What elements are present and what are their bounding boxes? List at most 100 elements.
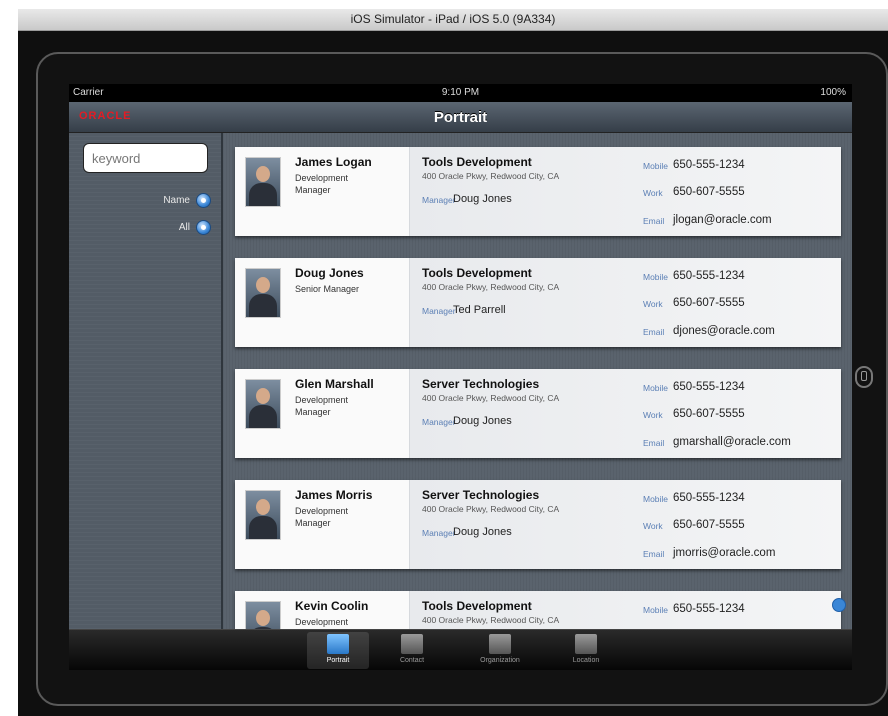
employee-name: Glen Marshall — [295, 377, 374, 391]
filter-name-option[interactable]: Name — [163, 191, 211, 209]
tab-location[interactable]: Location — [555, 632, 617, 669]
email-label: Email — [643, 327, 665, 337]
job-title: Manager — [295, 407, 331, 417]
department: Server Technologies — [422, 488, 540, 502]
tab-portrait[interactable]: Portrait — [307, 632, 369, 669]
contact-icon — [401, 634, 423, 654]
department: Server Technologies — [422, 377, 540, 391]
work-label: Work — [643, 521, 663, 531]
employee-card[interactable]: Kevin Coolin Development Tools Development… — [235, 591, 841, 629]
email-address[interactable]: gmarshall@oracle.com — [673, 436, 791, 448]
employee-photo — [245, 601, 281, 629]
mobile-label: Mobile — [643, 161, 669, 171]
filter-name-label: Name — [163, 194, 190, 206]
employee-details: Tools Development 400 Oracle Pkwy, Redwoo… — [409, 147, 841, 236]
work-label: Work — [643, 188, 663, 198]
work-number[interactable]: 650-607-5555 — [673, 186, 745, 198]
employee-identity: Kevin Coolin Development — [235, 591, 409, 629]
employee-card[interactable]: Glen Marshall Development Manager Server Te… — [235, 369, 841, 458]
simulator-title: iOS Simulator - iPad / iOS 5.0 (9A334) — [350, 12, 556, 26]
work-number[interactable]: 650-607-5555 — [673, 519, 745, 531]
employee-name: James Morris — [295, 488, 373, 502]
people-icon — [327, 634, 349, 654]
work-number[interactable]: 650-607-5555 — [673, 297, 745, 309]
tab-contact[interactable]: Contact — [381, 632, 443, 669]
email-address[interactable]: jmorris@oracle.com — [673, 547, 775, 559]
employee-photo — [245, 379, 281, 429]
mobile-number[interactable]: 650-555-1234 — [673, 603, 745, 615]
work-number[interactable]: 650-607-5555 — [673, 408, 745, 420]
tab-label: Organization — [480, 657, 520, 664]
manager-link[interactable]: Doug Jones — [453, 415, 512, 427]
mobile-number[interactable]: 650-555-1234 — [673, 159, 745, 171]
employee-details: Tools Development 400 Oracle Pkwy, Redwoo… — [409, 258, 841, 347]
job-title: Development — [295, 173, 349, 183]
department: Tools Development — [422, 599, 532, 613]
email-label: Email — [643, 438, 665, 448]
job-title: Manager — [295, 518, 331, 528]
search-input[interactable] — [83, 143, 208, 173]
filter-sidebar: Name All — [69, 133, 223, 629]
mobile-label: Mobile — [643, 272, 669, 282]
manager-label: Manager — [422, 195, 456, 205]
employee-card[interactable]: Doug Jones Senior Manager Tools Developmen… — [235, 258, 841, 347]
work-label: Work — [643, 299, 663, 309]
department: Tools Development — [422, 266, 532, 280]
location-icon — [575, 634, 597, 654]
job-title: Development — [295, 395, 349, 405]
employee-identity: James Morris Development Manager — [235, 480, 409, 569]
scroll-indicator-icon[interactable] — [832, 598, 846, 612]
job-title: Manager — [295, 185, 331, 195]
work-label: Work — [643, 410, 663, 420]
employee-list[interactable]: James Logan Development Manager Tools Devel… — [223, 133, 852, 629]
employee-card[interactable]: James Morris Development Manager Server Tec… — [235, 480, 841, 569]
home-button-icon — [861, 371, 867, 381]
email-address[interactable]: djones@oracle.com — [673, 325, 775, 337]
ipad-screen: Carrier 9:10 PM 100% ORACLE Portrait Nam… — [69, 84, 852, 670]
home-button[interactable] — [855, 366, 873, 388]
manager-label: Manager — [422, 417, 456, 427]
employee-name: James Logan — [295, 155, 372, 169]
tab-label: Contact — [399, 657, 425, 664]
address: 400 Oracle Pkwy, Redwood City, CA — [422, 171, 560, 181]
email-address[interactable]: jlogan@oracle.com — [673, 214, 772, 226]
employee-identity: Doug Jones Senior Manager — [235, 258, 409, 347]
simulator-titlebar: iOS Simulator - iPad / iOS 5.0 (9A334) — [18, 9, 888, 31]
employee-card[interactable]: James Logan Development Manager Tools Devel… — [235, 147, 841, 236]
employee-name: Doug Jones — [295, 266, 364, 280]
employee-details: Tools Development 400 Oracle Pkwy, Redwoo… — [409, 591, 841, 629]
employee-photo — [245, 490, 281, 540]
manager-link[interactable]: Doug Jones — [453, 526, 512, 538]
manager-label: Manager — [422, 528, 456, 538]
mobile-label: Mobile — [643, 383, 669, 393]
status-bar: Carrier 9:10 PM 100% — [69, 84, 852, 102]
tab-label: Portrait — [326, 657, 350, 664]
employee-name: Kevin Coolin — [295, 599, 369, 613]
employee-identity: Glen Marshall Development Manager — [235, 369, 409, 458]
filter-all-label: All — [178, 221, 190, 233]
employee-photo — [245, 157, 281, 207]
email-label: Email — [643, 549, 665, 559]
manager-link[interactable]: Doug Jones — [453, 193, 512, 205]
radio-icon[interactable] — [196, 192, 211, 208]
manager-link[interactable]: Ted Parrell — [453, 304, 506, 316]
mobile-number[interactable]: 650-555-1234 — [673, 270, 745, 282]
mobile-number[interactable]: 650-555-1234 — [673, 492, 745, 504]
tab-bar: Portrait Contact Organization Location — [69, 629, 852, 670]
address: 400 Oracle Pkwy, Redwood City, CA — [422, 282, 560, 292]
battery-indicator: 100% — [820, 87, 846, 98]
page-title: Portrait — [433, 109, 488, 126]
clock: 9:10 PM — [441, 87, 480, 98]
tab-label: Location — [572, 657, 600, 664]
address: 400 Oracle Pkwy, Redwood City, CA — [422, 504, 560, 514]
job-title: Senior Manager — [295, 284, 360, 294]
org-chart-icon — [489, 634, 511, 654]
employee-photo — [245, 268, 281, 318]
department: Tools Development — [422, 155, 532, 169]
tab-organization[interactable]: Organization — [469, 632, 531, 669]
employee-details: Server Technologies 400 Oracle Pkwy, Redw… — [409, 480, 841, 569]
radio-icon[interactable] — [196, 219, 211, 235]
mobile-number[interactable]: 650-555-1234 — [673, 381, 745, 393]
employee-details: Server Technologies 400 Oracle Pkwy, Redw… — [409, 369, 841, 458]
filter-all-option[interactable]: All — [179, 218, 211, 236]
